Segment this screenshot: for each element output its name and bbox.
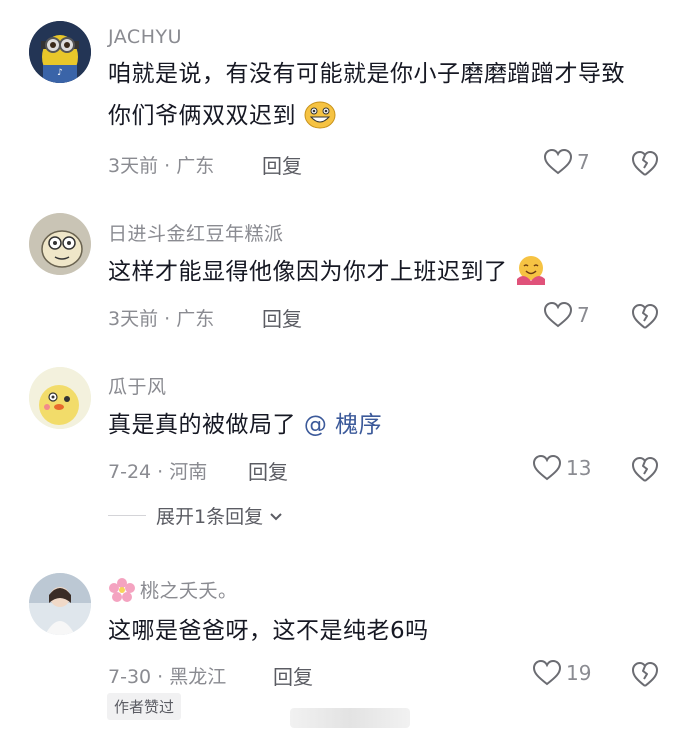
cherry-blossom-icon — [109, 577, 135, 602]
comment-meta: 7-30 · 黑龙江 — [108, 666, 227, 688]
watermark — [290, 708, 410, 728]
author-liked-badge: 作者赞过 — [107, 693, 182, 720]
like-button[interactable]: 19 — [532, 659, 591, 687]
broken-heart-icon — [632, 151, 658, 176]
photo-avatar-icon — [29, 573, 91, 635]
comment-meta: 3天前 · 广东 — [108, 155, 215, 177]
username[interactable]: 瓜于风 — [108, 372, 167, 399]
hug-emoji-icon — [515, 255, 547, 299]
minion-avatar-icon: ♪ — [29, 21, 91, 83]
username[interactable]: 日进斗金红豆年糕派 — [108, 219, 284, 246]
cartoon-avatar-icon — [29, 213, 91, 275]
grinning-emoji-icon — [304, 101, 336, 143]
reply-button[interactable]: 回复 — [262, 303, 302, 332]
broken-heart-icon — [632, 457, 658, 482]
dislike-button[interactable] — [630, 149, 660, 179]
heart-outline-icon — [543, 148, 573, 175]
dislike-button[interactable] — [630, 455, 660, 485]
username[interactable]: 桃之夭夭。 — [108, 576, 238, 603]
avatar[interactable]: ♪ — [29, 21, 91, 83]
reply-button[interactable]: 回复 — [273, 661, 313, 690]
dislike-button[interactable] — [630, 302, 660, 332]
broken-heart-icon — [632, 304, 658, 329]
avatar[interactable] — [29, 367, 91, 429]
comment-text-content: 这哪是爸爸呀，这不是纯老6吗 — [108, 618, 429, 644]
avatar[interactable] — [29, 213, 91, 275]
expand-replies-button[interactable]: 展开1条回复 — [108, 502, 285, 529]
like-button[interactable]: 7 — [543, 148, 590, 176]
chevron-down-icon — [270, 512, 282, 520]
comment-text: 咱就是说，有没有可能就是你小子磨磨蹭蹭才导致你们爷俩双双迟到 — [108, 53, 638, 143]
heart-outline-icon — [532, 659, 562, 686]
like-count: 13 — [566, 456, 592, 480]
comment-meta: 3天前 · 广东 — [108, 308, 215, 330]
comment-text: 这哪是爸爸呀，这不是纯老6吗 — [108, 610, 648, 652]
comment-meta: 7-24 · 河南 — [108, 461, 208, 483]
like-button[interactable]: 7 — [543, 301, 590, 329]
avatar[interactable] — [29, 573, 91, 635]
like-count: 7 — [577, 150, 590, 174]
mention-link[interactable]: @ 槐序 — [304, 412, 382, 438]
heart-outline-icon — [532, 454, 562, 481]
like-button[interactable]: 13 — [532, 454, 591, 482]
comment-text-content: 这样才能显得他像因为你才上班迟到了 — [108, 259, 508, 285]
broken-heart-icon — [632, 662, 658, 687]
dislike-button[interactable] — [630, 660, 660, 690]
comment-text: 这样才能显得他像因为你才上班迟到了 — [108, 251, 648, 299]
chick-avatar-icon — [29, 367, 91, 429]
like-count: 7 — [577, 303, 590, 327]
expand-replies-label: 展开1条回复 — [156, 506, 264, 528]
username[interactable]: JACHYU — [108, 26, 182, 48]
divider — [108, 515, 146, 516]
like-count: 19 — [566, 661, 592, 685]
comment-text-content: 咱就是说，有没有可能就是你小子磨磨蹭蹭才导致你们爷俩双双迟到 — [108, 61, 625, 129]
comment-text-content: 真是真的被做局了 — [108, 412, 296, 438]
comment-text: 真是真的被做局了 @ 槐序 — [108, 404, 648, 446]
heart-outline-icon — [543, 301, 573, 328]
reply-button[interactable]: 回复 — [262, 150, 302, 179]
username-text: 桃之夭夭。 — [140, 580, 238, 602]
svg-text:♪: ♪ — [57, 68, 63, 78]
reply-button[interactable]: 回复 — [248, 456, 288, 485]
